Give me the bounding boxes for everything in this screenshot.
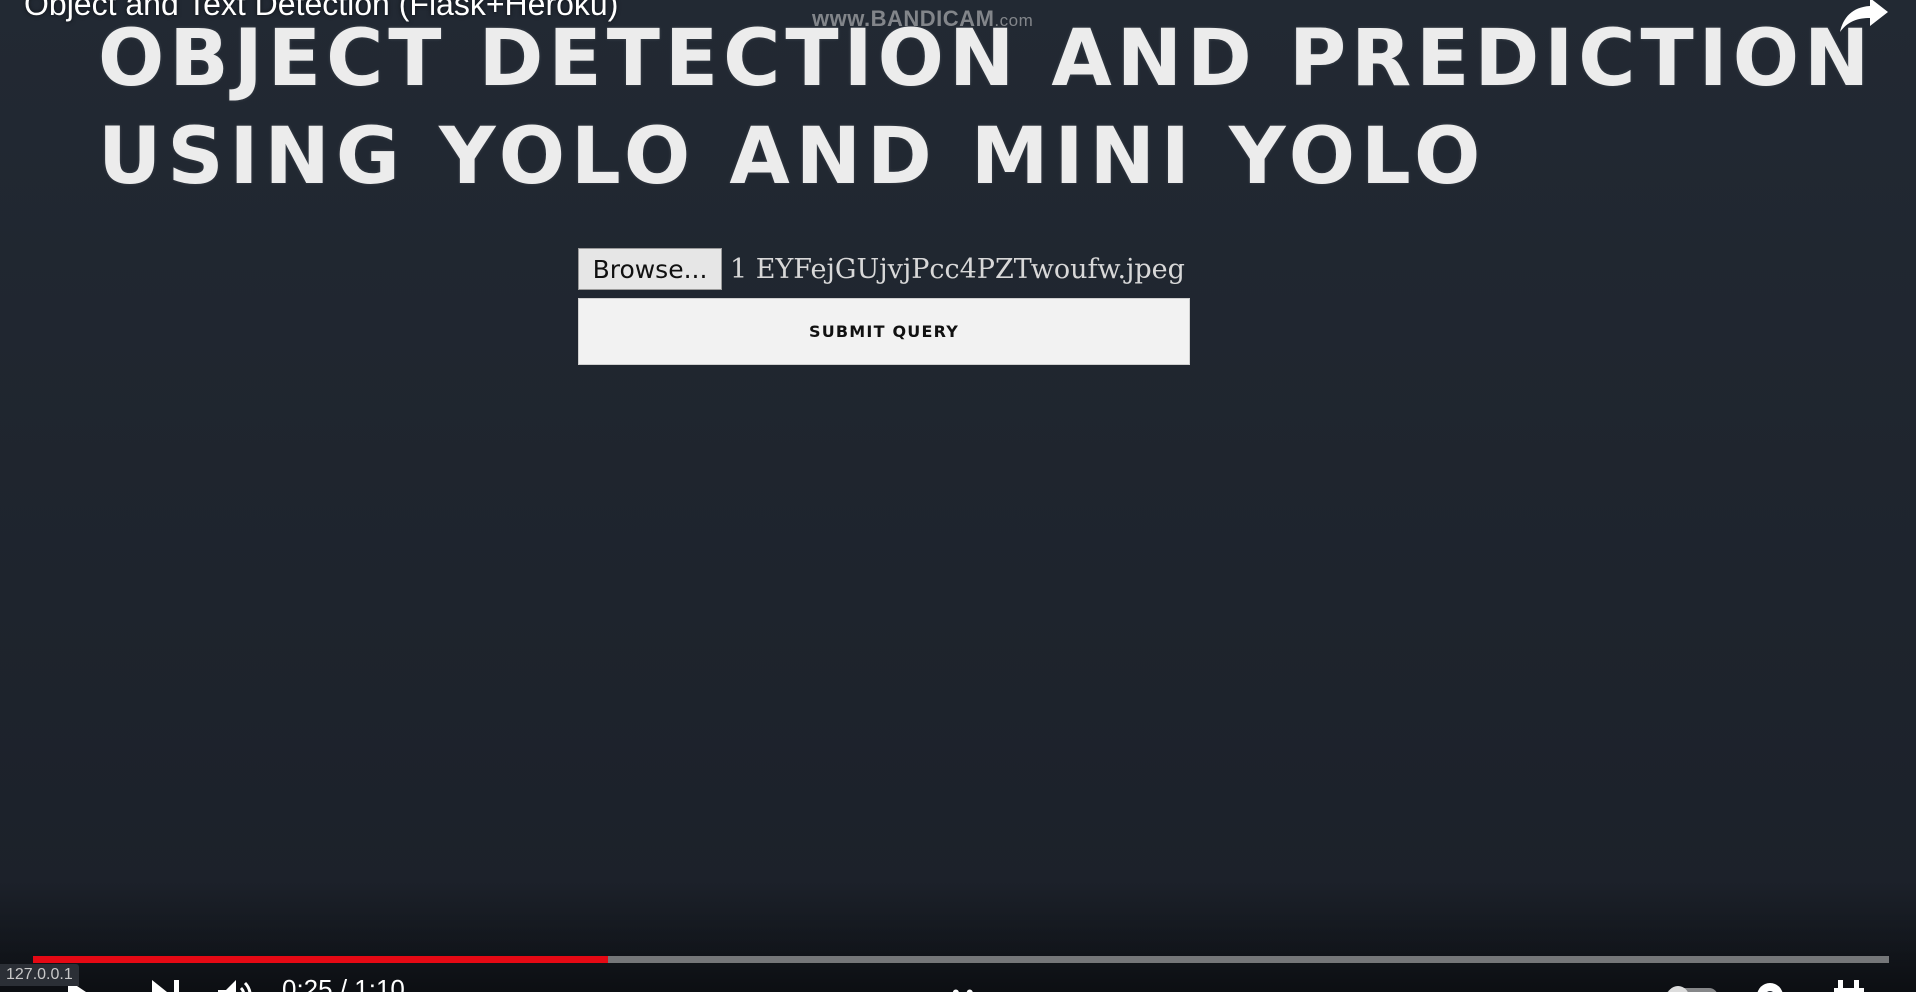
video-title[interactable]: Object and Text Detection (Flask+Heroku) xyxy=(24,0,618,23)
heading-line-2: USING YOLO AND MINI YOLO xyxy=(98,112,1487,202)
next-icon[interactable] xyxy=(146,976,186,992)
watermark-suffix: .com xyxy=(994,11,1034,30)
file-input-row: Browse... 1 EYFejGUjvjPcc4PZTwoufw.jpeg xyxy=(578,248,1185,290)
chapter-marker: • • xyxy=(952,980,974,992)
share-arrow-icon[interactable] xyxy=(1836,0,1892,34)
volume-icon[interactable] xyxy=(214,976,254,992)
status-bar-url: 127.0.0.1 xyxy=(0,964,79,986)
page-heading: OBJECT DETECTION AND PREDICTION USING YO… xyxy=(98,10,1869,206)
autoplay-toggle-icon[interactable] xyxy=(1664,976,1720,992)
theater-icon[interactable] xyxy=(1830,976,1870,992)
submit-query-button[interactable]: SUBMIT QUERY xyxy=(578,298,1190,365)
progress-bar[interactable] xyxy=(33,956,1889,963)
player-controls: 0:25 / 1:10 • • xyxy=(0,972,1916,992)
selected-file-name: 1 EYFejGUjvjPcc4PZTwoufw.jpeg xyxy=(730,253,1185,285)
bandicam-watermark: www.BANDICAM.com xyxy=(812,6,1033,32)
watermark-main: www.BANDICAM xyxy=(812,6,995,31)
progress-played xyxy=(33,956,609,963)
video-player[interactable]: OBJECT DETECTION AND PREDICTION USING YO… xyxy=(0,0,1916,992)
settings-icon[interactable] xyxy=(1750,976,1790,992)
time-display: 0:25 / 1:10 xyxy=(282,974,405,992)
browse-button[interactable]: Browse... xyxy=(578,248,722,290)
